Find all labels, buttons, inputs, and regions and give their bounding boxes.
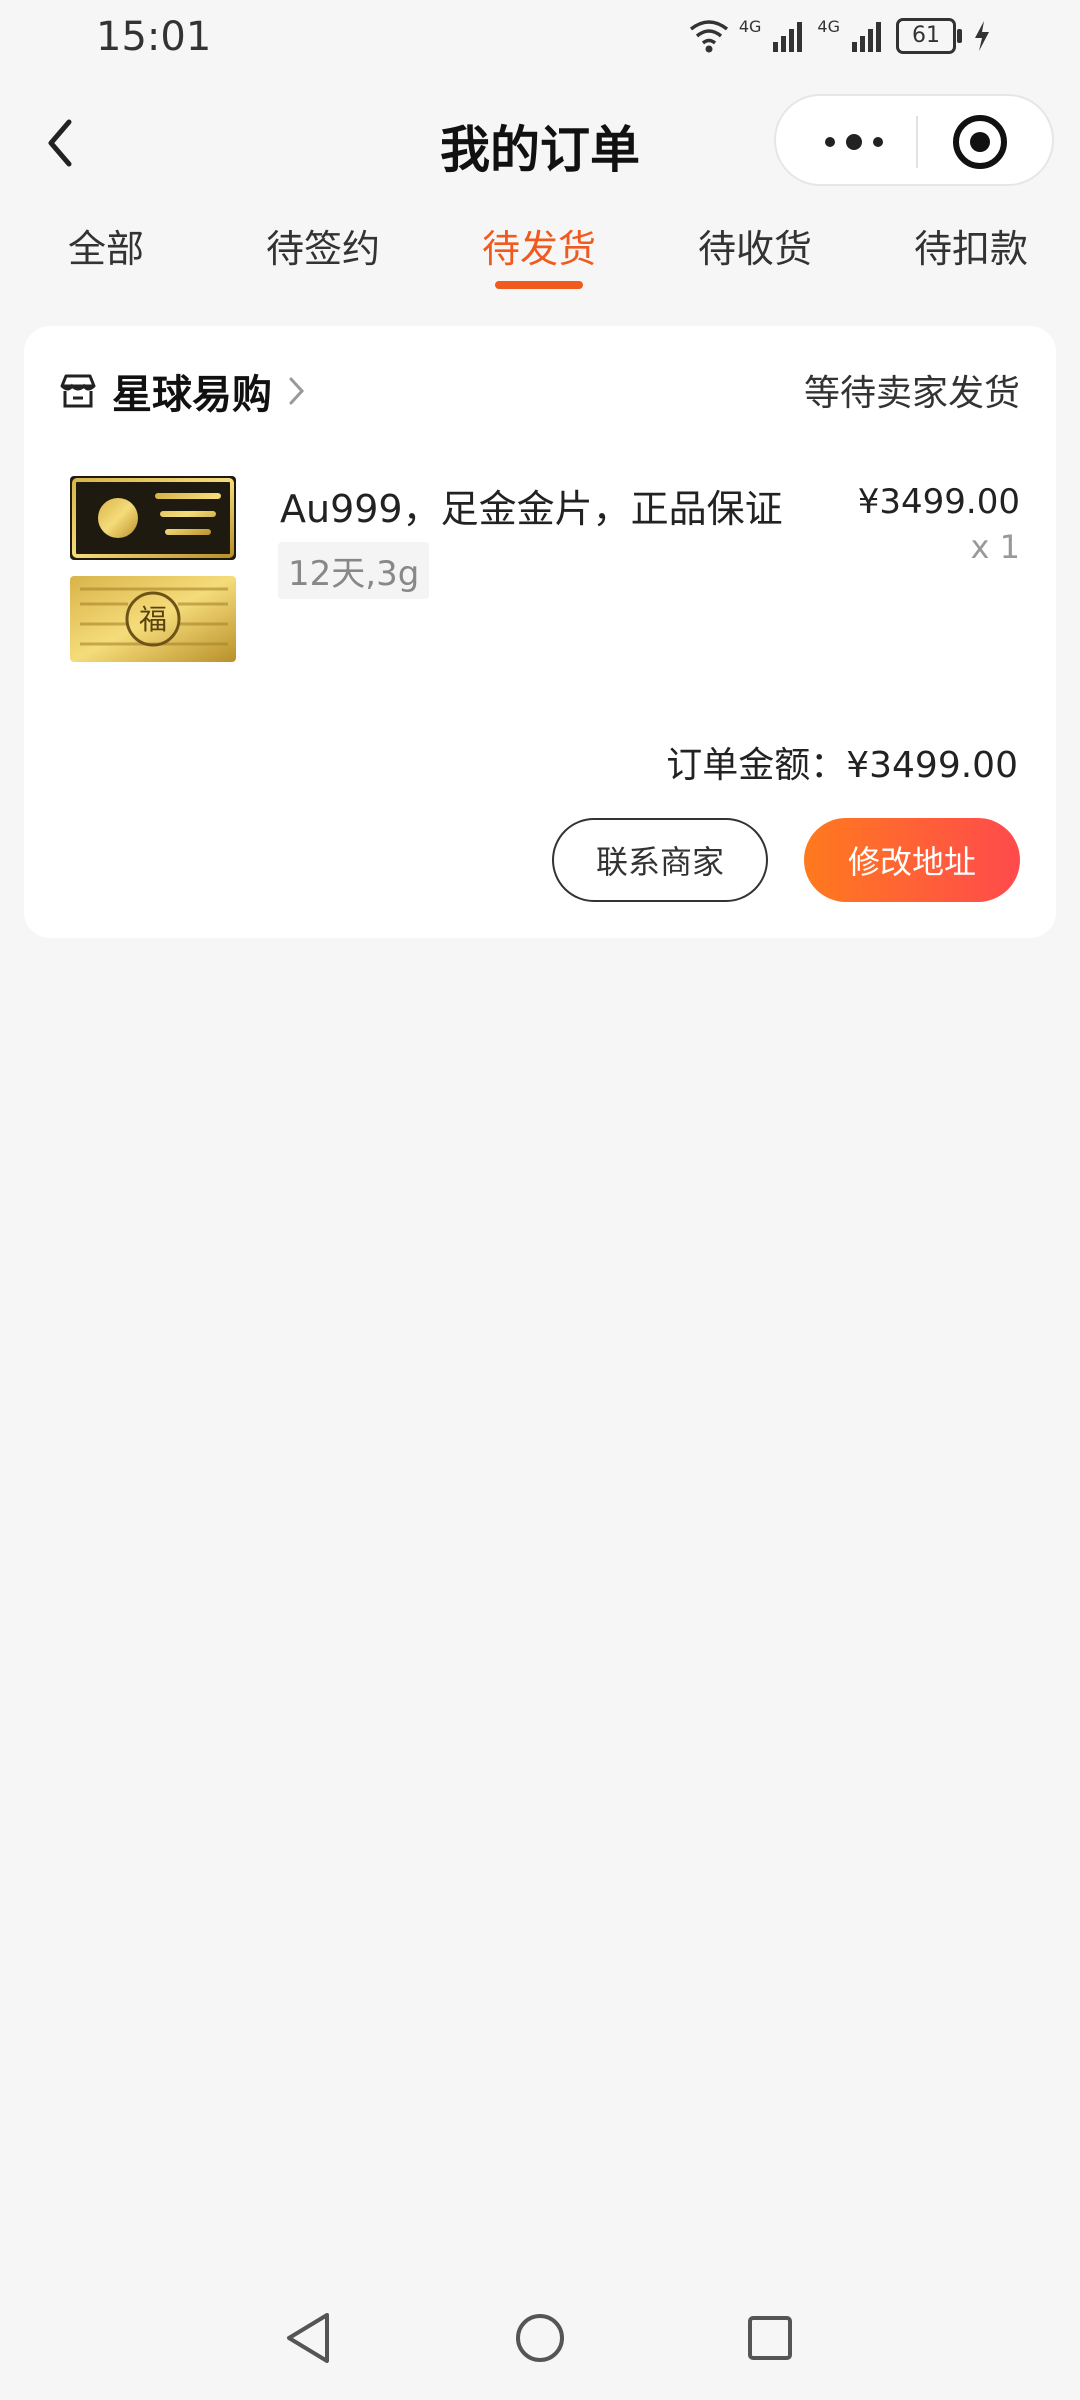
wifi-icon [689, 20, 728, 53]
triangle-back-icon [287, 2313, 329, 2363]
modify-address-button[interactable]: 修改地址 [804, 818, 1020, 902]
thumb-caption: 福 [139, 603, 167, 636]
tab-to-sign[interactable]: 待签约 [266, 218, 380, 273]
square-recents-icon [748, 2316, 792, 2360]
gold-bar-image: 福 [70, 476, 236, 662]
status-bar: 15:01 4G 4G 61 [0, 0, 1080, 80]
nav-recents-button[interactable] [740, 2308, 800, 2368]
tab-to-deduct[interactable]: 待扣款 [914, 218, 1028, 273]
contact-seller-button[interactable]: 联系商家 [552, 818, 768, 902]
order-status: 等待卖家发货 [803, 373, 1020, 414]
unit-price: ¥3499.00 [857, 482, 1020, 522]
tab-to-receive[interactable]: 待收货 [698, 218, 812, 273]
product-spec: 12天,3g [278, 542, 430, 599]
product-thumbnail[interactable]: 福 [68, 474, 238, 664]
signal-icon-2 [852, 22, 881, 52]
network-label-1: 4G [738, 16, 762, 36]
system-nav-bar [0, 2290, 1080, 2390]
shop-name: 星球易购 [112, 372, 272, 418]
order-card[interactable]: 星球易购 等待卖家发货 福 Au999，足金金片，正品保证 12天,3g ¥34… [24, 326, 1056, 938]
nav-home-button[interactable] [510, 2308, 570, 2368]
mini-program-capsule [774, 94, 1054, 186]
charging-icon [975, 21, 989, 51]
shop-link[interactable]: 星球易购 [58, 362, 306, 420]
nav-back-button[interactable] [278, 2308, 338, 2368]
network-label-2: 4G [817, 16, 840, 36]
status-time: 15:01 [96, 14, 212, 60]
close-mini-program-button[interactable] [952, 114, 1008, 170]
quantity: x 1 [970, 528, 1020, 566]
more-button[interactable] [814, 120, 894, 164]
product-title[interactable]: Au999，足金金片，正品保证 [280, 478, 783, 533]
title-bar: 我的订单 [0, 90, 1080, 200]
signal-icon-1 [773, 22, 803, 52]
battery-icon: 61 [896, 18, 962, 54]
target-icon [953, 115, 1007, 169]
status-icons: 4G 4G 61 [689, 16, 992, 54]
capsule-divider [916, 116, 918, 168]
order-tabs: 全部 待签约 待发货 待收货 待扣款 [0, 218, 1080, 298]
tab-to-ship[interactable]: 待发货 [482, 218, 596, 273]
shop-icon [60, 374, 96, 408]
more-icon [825, 134, 883, 150]
tab-all[interactable]: 全部 [68, 218, 144, 273]
order-total: 订单金额：¥3499.00 [666, 745, 1018, 786]
chevron-right-icon [289, 377, 305, 405]
active-tab-indicator [495, 281, 583, 289]
circle-home-icon [516, 2314, 564, 2362]
